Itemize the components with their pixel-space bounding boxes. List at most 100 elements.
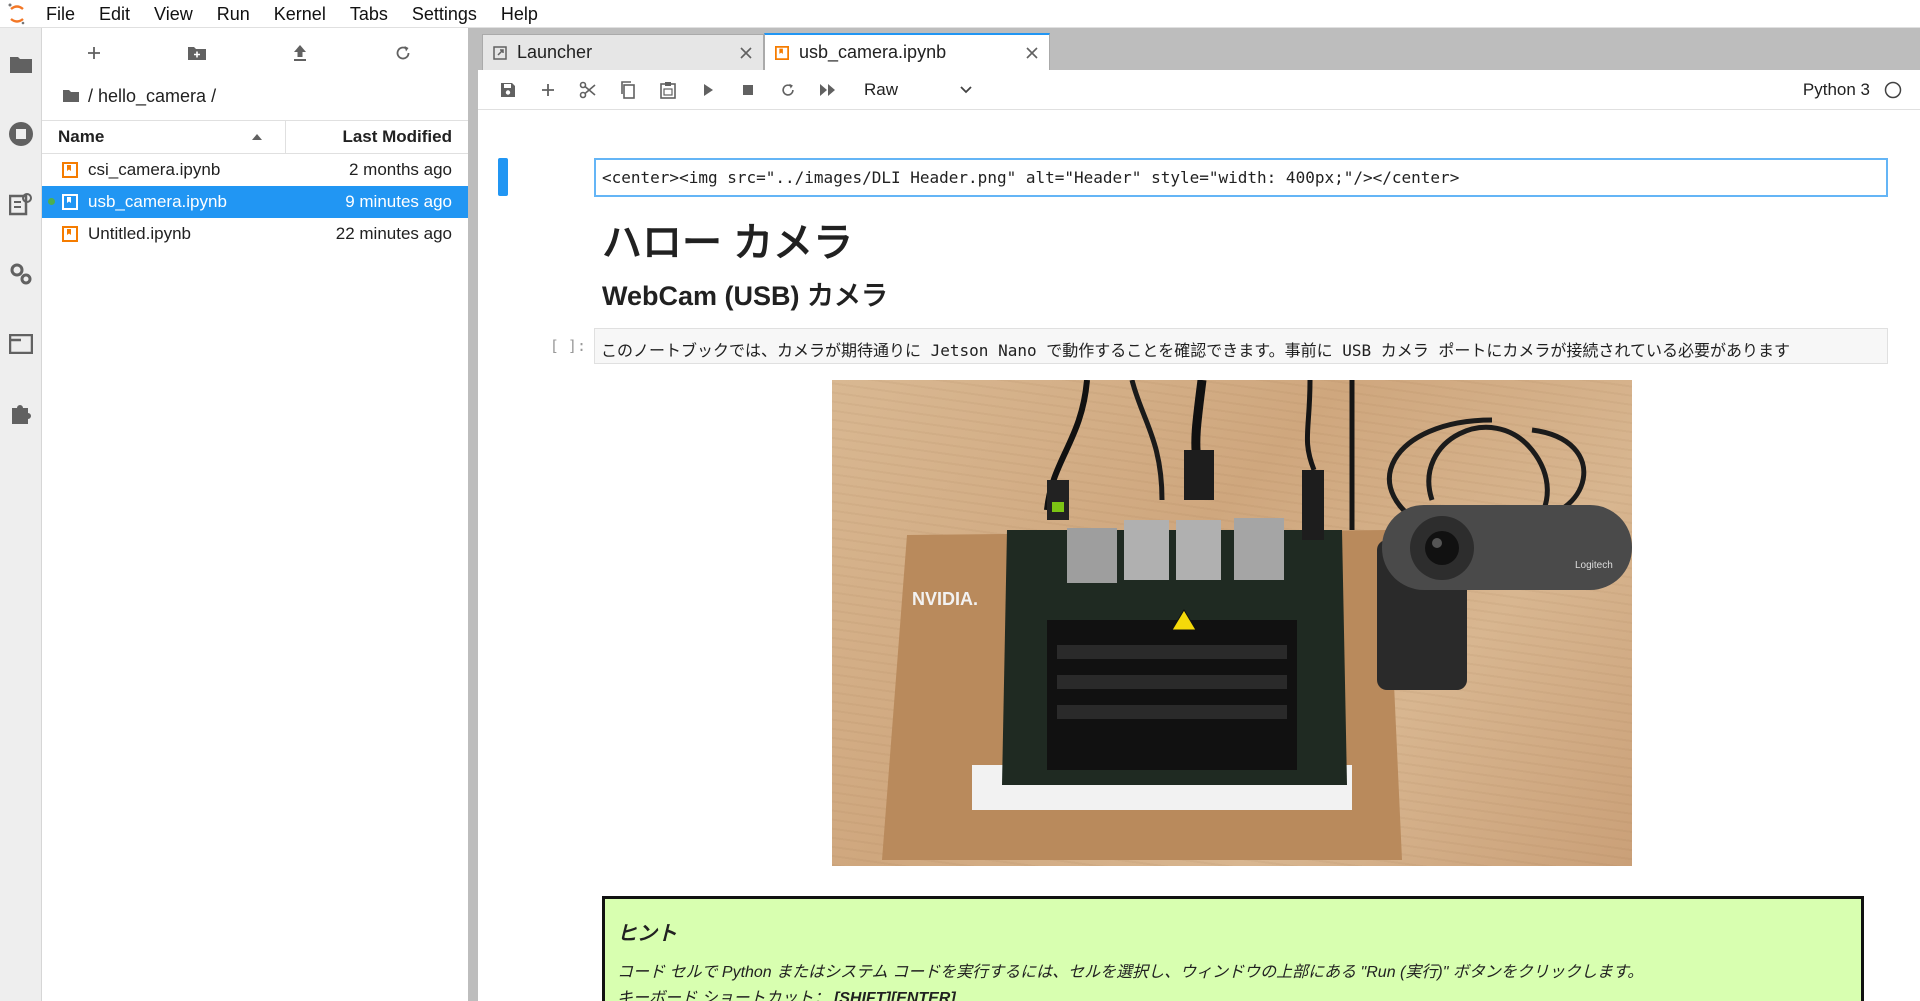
- insert-cell-button[interactable]: [528, 70, 568, 110]
- active-cell-indicator[interactable]: [498, 158, 508, 196]
- fast-forward-icon: [820, 83, 835, 96]
- play-icon: [704, 83, 713, 96]
- listing-header: Name Last Modified: [42, 120, 468, 154]
- main-area: Launcher usb_camera.ipynb Raw Python 3 <…: [478, 28, 1920, 1001]
- jetson-nano-photo: NVIDIA. Logitech: [832, 380, 1632, 866]
- file-modified: 22 minutes ago: [335, 224, 452, 243]
- restart-button[interactable]: [768, 70, 808, 110]
- notebook-icon: [775, 45, 789, 60]
- menu-bar: File Edit View Run Kernel Tabs Settings …: [0, 0, 1920, 28]
- nvidia-logo-text: NVIDIA.: [912, 589, 978, 609]
- tabs-icon[interactable]: [0, 324, 42, 364]
- copy-button[interactable]: [608, 70, 648, 110]
- hint-box: ヒント コード セルで Python またはシステム コードを実行するには、セル…: [602, 896, 1864, 1001]
- column-name-label: Name: [58, 127, 105, 146]
- menu-run[interactable]: Run: [205, 0, 262, 28]
- code-cell-editor[interactable]: このノートブックでは、カメラが期待通りに Jetson Nano で動作すること…: [594, 328, 1888, 364]
- run-button[interactable]: [688, 70, 728, 110]
- jupyter-logo-icon: [0, 0, 34, 28]
- kernel-name[interactable]: Python 3: [1803, 80, 1870, 100]
- hint-shortcut-keys: [SHIFT][ENTER]: [833, 990, 956, 1001]
- close-icon[interactable]: [1025, 46, 1039, 60]
- breadcrumb[interactable]: / hello_camera /: [42, 78, 468, 114]
- refresh-icon: [396, 46, 409, 60]
- menu-help[interactable]: Help: [489, 0, 550, 28]
- tab-usb-camera[interactable]: usb_camera.ipynb: [764, 33, 1050, 70]
- file-name: Untitled.ipynb: [88, 224, 192, 243]
- extension-icon[interactable]: [0, 394, 42, 434]
- activity-bar: [0, 28, 42, 1001]
- save-icon: [501, 82, 515, 97]
- file-browser-toolbar: [42, 28, 468, 78]
- file-modified: 2 months ago: [348, 160, 452, 179]
- file-row-usb-camera[interactable]: usb_camera.ipynb 9 minutes ago: [42, 186, 468, 218]
- sort-up-icon: [252, 134, 262, 140]
- menu-view[interactable]: View: [142, 0, 205, 28]
- restart-run-all-button[interactable]: [808, 70, 848, 110]
- breadcrumb-path[interactable]: / hello_camera /: [88, 86, 216, 107]
- file-browser: / hello_camera / Name Last Modified csi_…: [42, 28, 468, 1001]
- new-folder-button[interactable]: [145, 28, 248, 78]
- launcher-icon: [493, 45, 507, 60]
- panel-splitter[interactable]: [468, 28, 478, 1001]
- plus-icon: [542, 83, 554, 96]
- upload-icon: [293, 45, 306, 61]
- notebook-toolbar: Raw Python 3: [478, 70, 1920, 110]
- menu-tabs[interactable]: Tabs: [338, 0, 400, 28]
- file-row-csi-camera[interactable]: csi_camera.ipynb 2 months ago: [42, 154, 468, 186]
- stop-icon: [743, 84, 753, 95]
- property-inspector-icon[interactable]: [0, 254, 42, 294]
- running-indicator: [48, 198, 55, 205]
- menu-file[interactable]: File: [34, 0, 87, 28]
- logitech-logo-text: Logitech: [1575, 560, 1613, 571]
- notebook-icon: [62, 194, 78, 210]
- paste-button[interactable]: [648, 70, 688, 110]
- kernel-idle-icon: [1884, 81, 1902, 98]
- refresh-icon: [782, 83, 794, 96]
- refresh-button[interactable]: [351, 28, 454, 78]
- cell-type-select[interactable]: Raw: [858, 80, 978, 100]
- cell-input-prompt: [ ]:: [549, 337, 586, 355]
- file-modified: 9 minutes ago: [345, 192, 452, 211]
- menu-kernel[interactable]: Kernel: [262, 0, 338, 28]
- hint-line-2: キーボード ショートカット： [SHIFT][ENTER]: [617, 986, 1849, 1001]
- file-row-untitled[interactable]: Untitled.ipynb 22 minutes ago: [42, 218, 468, 250]
- new-folder-icon: [187, 47, 206, 60]
- save-button[interactable]: [488, 70, 528, 110]
- cut-button[interactable]: [568, 70, 608, 110]
- markdown-heading-1: ハロー カメラ: [602, 221, 854, 265]
- plus-icon: [87, 47, 100, 59]
- running-icon[interactable]: [0, 114, 42, 154]
- interrupt-button[interactable]: [728, 70, 768, 110]
- commands-icon[interactable]: [0, 184, 42, 224]
- hint-line-1: コード セルで Python またはシステム コードを実行するには、セルを選択し…: [617, 964, 1644, 981]
- tab-launcher[interactable]: Launcher: [482, 34, 764, 70]
- cell-type-value: Raw: [864, 79, 899, 99]
- folder-icon[interactable]: [0, 44, 42, 84]
- close-icon[interactable]: [739, 46, 753, 60]
- scissors-icon: [579, 81, 596, 98]
- notebook-icon: [62, 226, 78, 242]
- file-name: usb_camera.ipynb: [88, 192, 227, 211]
- kernel-status[interactable]: Python 3: [1803, 80, 1920, 100]
- tab-bar: Launcher usb_camera.ipynb: [478, 28, 1920, 70]
- copy-icon: [621, 80, 635, 99]
- notebook-icon: [62, 162, 78, 178]
- upload-button[interactable]: [248, 28, 351, 78]
- new-launcher-button[interactable]: [42, 28, 145, 78]
- tab-label: Launcher: [517, 42, 593, 62]
- tab-label: usb_camera.ipynb: [799, 42, 947, 62]
- paste-icon: [660, 81, 676, 99]
- menu-settings[interactable]: Settings: [400, 0, 489, 28]
- column-header-modified[interactable]: Last Modified: [286, 127, 468, 147]
- menu-edit[interactable]: Edit: [87, 0, 142, 28]
- chevron-down-icon: [960, 85, 972, 93]
- notebook-panel: <center><img src="../images/DLI Header.p…: [478, 110, 1920, 1001]
- markdown-heading-2: WebCam (USB) カメラ: [602, 281, 889, 311]
- hint-title: ヒント: [617, 923, 677, 945]
- column-header-name[interactable]: Name: [42, 120, 286, 154]
- file-name: csi_camera.ipynb: [88, 160, 221, 179]
- jetson-nano-webcam-illustration: NVIDIA. Logitech: [882, 380, 1632, 860]
- raw-cell-editor[interactable]: <center><img src="../images/DLI Header.p…: [594, 158, 1888, 197]
- folder-icon: [63, 90, 79, 102]
